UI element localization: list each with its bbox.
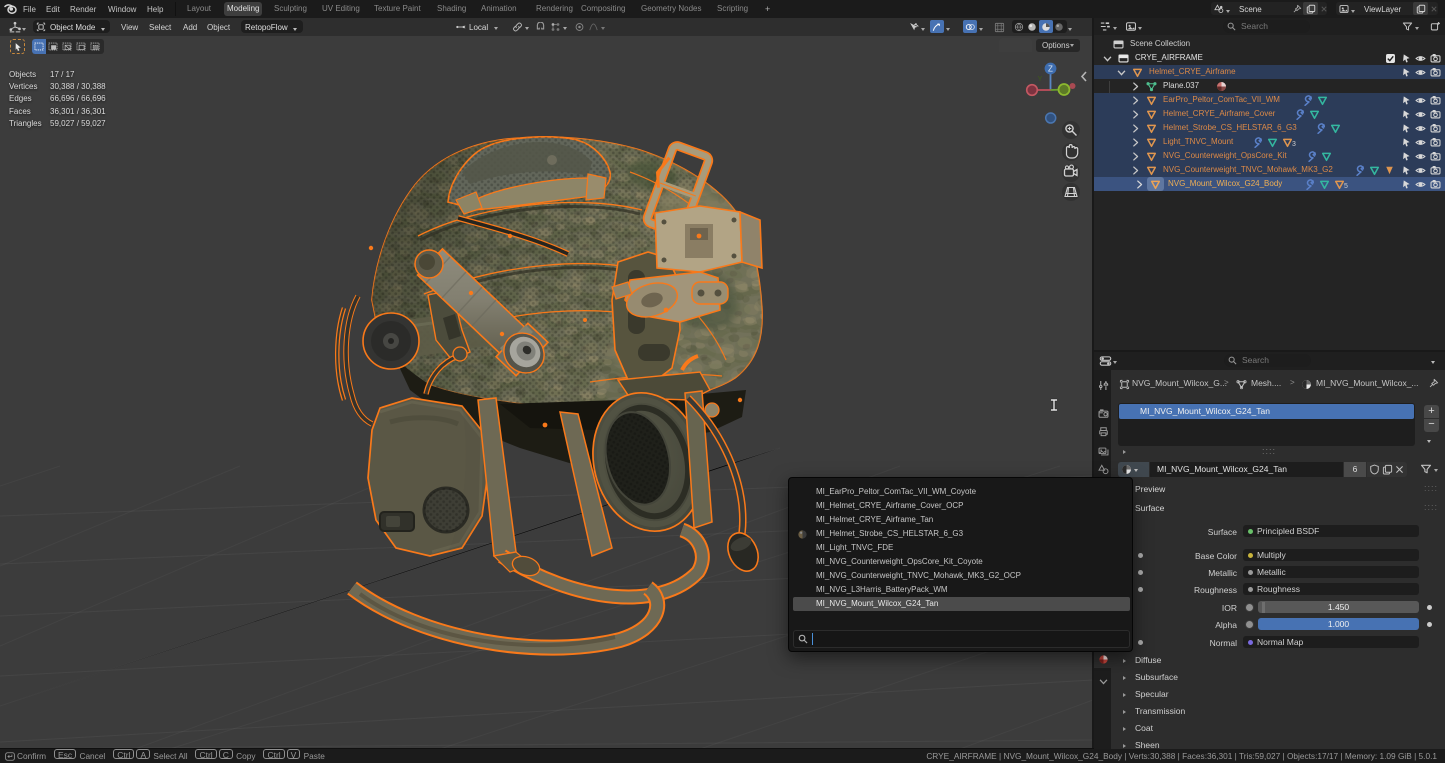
svg-text:Z: Z xyxy=(1048,65,1053,74)
svg-text:Y: Y xyxy=(1038,76,1043,83)
